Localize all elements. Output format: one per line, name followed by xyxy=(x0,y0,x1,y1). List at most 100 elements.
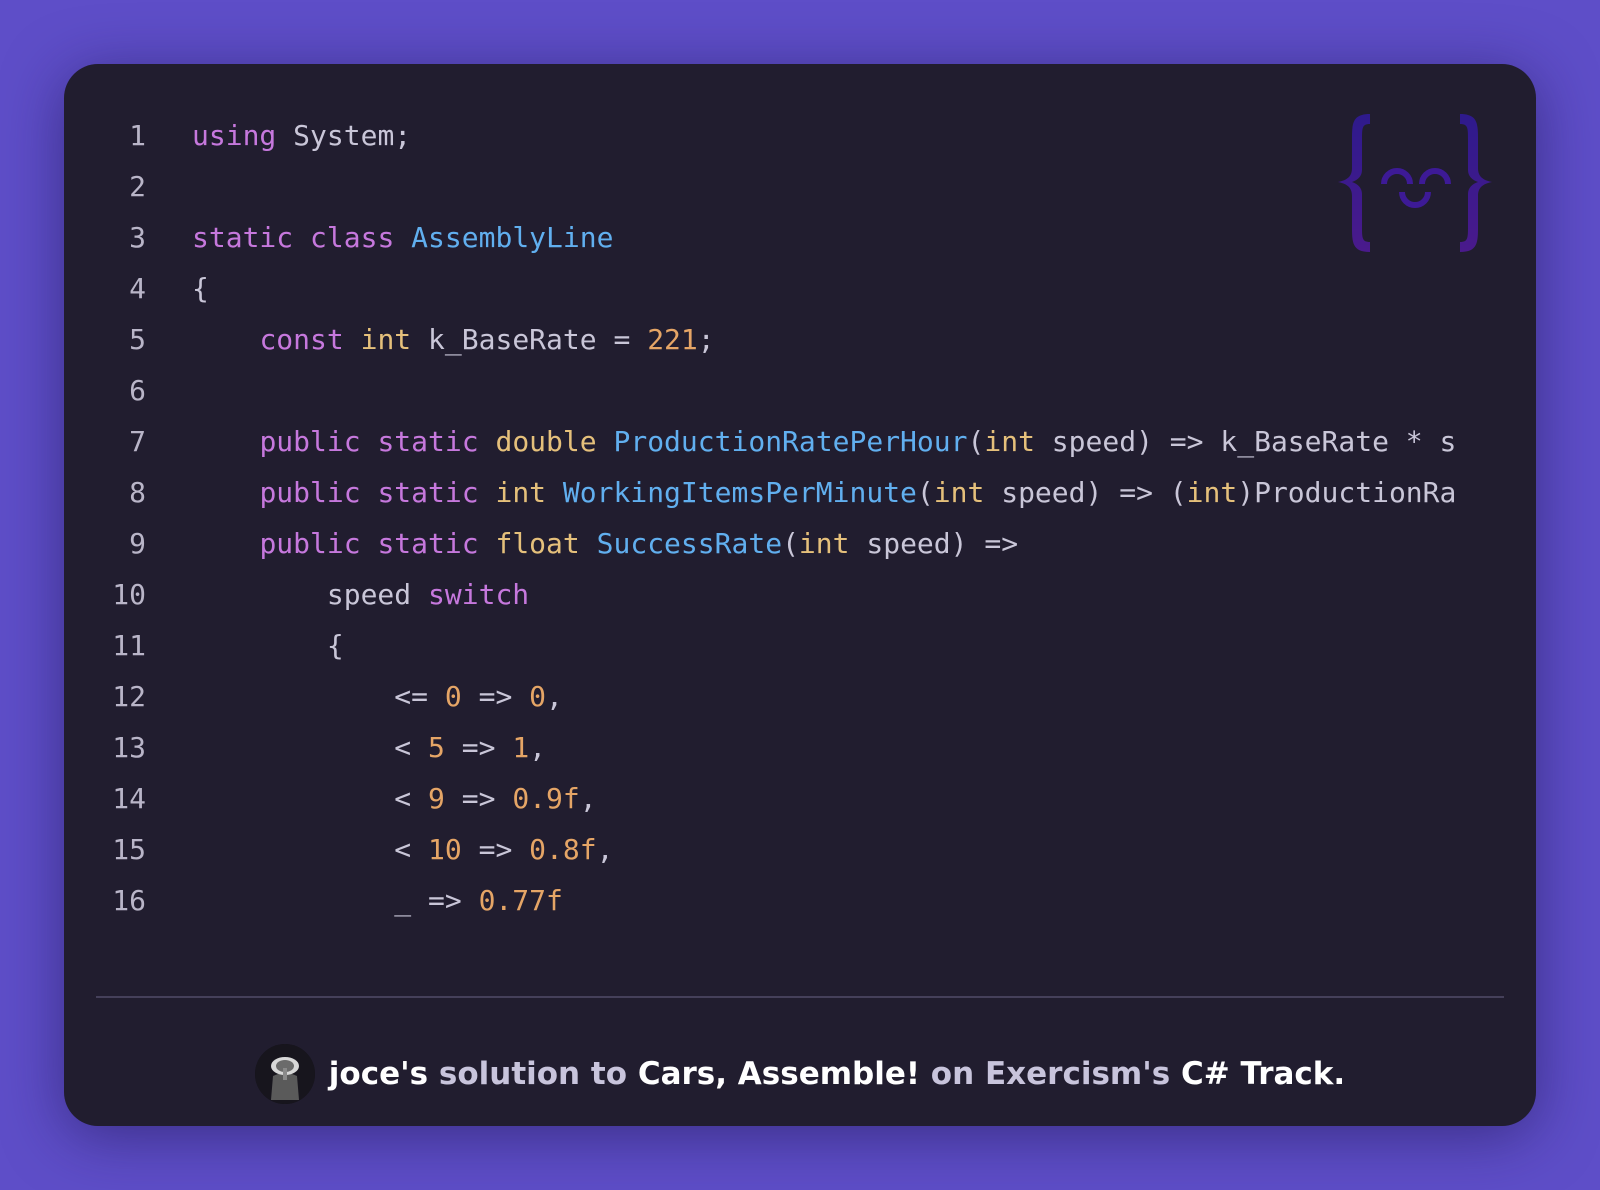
avatar[interactable] xyxy=(254,1044,315,1104)
line-number: 16 xyxy=(112,884,146,917)
code-token: System; xyxy=(276,119,412,152)
author-possessive: 's xyxy=(400,1056,429,1092)
code-line: 4{ xyxy=(64,269,209,309)
code-text: <= 0 => 0, xyxy=(192,677,563,717)
code-token: static xyxy=(377,527,479,560)
code-token: static xyxy=(377,476,479,509)
footer-attribution: joce's solution to Cars, Assemble! on Ex… xyxy=(64,1039,1536,1109)
code-token: )ProductionRa xyxy=(1237,476,1457,509)
code-token: WorkingItemsPerMinute xyxy=(562,476,917,509)
code-token: => xyxy=(444,782,513,815)
solution-to-text: solution to xyxy=(428,1056,638,1092)
code-token: const xyxy=(259,323,344,356)
code-token: _ => xyxy=(192,884,479,917)
code-line: 11 { xyxy=(64,626,343,666)
code-token: public xyxy=(259,425,361,458)
code-text: public static double ProductionRatePerHo… xyxy=(192,422,1456,462)
code-token: int xyxy=(984,425,1035,458)
code-line: 16 _ => 0.77f xyxy=(64,881,563,921)
author-link[interactable]: joce xyxy=(329,1056,400,1092)
code-token: static xyxy=(377,425,479,458)
line-number: 2 xyxy=(129,170,146,203)
line-number: 9 xyxy=(129,527,146,560)
exercise-link[interactable]: Cars, Assemble! xyxy=(638,1056,920,1092)
line-number: 7 xyxy=(129,425,146,458)
code-line: 8 public static int WorkingItemsPerMinut… xyxy=(64,473,1456,513)
code-token: 5 xyxy=(428,731,445,764)
code-token: <= xyxy=(192,680,445,713)
code-token: , xyxy=(579,782,597,815)
code-token: 0 xyxy=(444,680,462,713)
code-line: 15 < 10 => 0.8f, xyxy=(64,830,613,870)
code-token: int xyxy=(495,476,547,509)
code-line: 9 public static float SuccessRate(int sp… xyxy=(64,524,1018,564)
line-number: 1 xyxy=(129,119,146,152)
attribution-text: joce's solution to Cars, Assemble! on Ex… xyxy=(329,1056,1345,1092)
line-number: 14 xyxy=(112,782,146,815)
code-text: speed switch xyxy=(192,575,529,615)
code-token: => xyxy=(444,731,513,764)
code-token: < xyxy=(192,731,429,764)
code-block: 1 using System; 2 3 static class AssemblyLin… xyxy=(64,64,1536,964)
code-line: 7 public static double ProductionRatePer… xyxy=(64,422,1456,462)
code-token: ( xyxy=(967,425,985,458)
code-text: < 9 => 0.9f, xyxy=(192,779,597,819)
code-token: speed) => xyxy=(849,527,1019,560)
code-token: 10 xyxy=(428,833,462,866)
code-text: public static float SuccessRate(int spee… xyxy=(192,524,1018,564)
on-text: on xyxy=(920,1056,985,1092)
line-number: 8 xyxy=(129,476,146,509)
code-line: 2 xyxy=(64,167,146,207)
code-token: , xyxy=(596,833,614,866)
code-token: => xyxy=(461,680,530,713)
site-name[interactable]: Exercism xyxy=(985,1056,1142,1092)
code-text: { xyxy=(192,269,209,309)
exercism-logo-icon xyxy=(1338,114,1492,252)
code-token: , xyxy=(529,731,547,764)
code-line: 13 < 5 => 1, xyxy=(64,728,546,768)
code-token: int xyxy=(360,323,412,356)
code-token: 1 xyxy=(512,731,530,764)
code-text: { xyxy=(192,626,344,666)
code-token: => xyxy=(461,833,530,866)
code-token: using xyxy=(192,119,277,152)
code-token: ( xyxy=(916,476,934,509)
code-line: 5 const int k_BaseRate = 221; xyxy=(64,320,714,360)
code-text: < 10 => 0.8f, xyxy=(192,830,613,870)
code-token: , xyxy=(546,680,563,713)
track-link[interactable]: C# Track. xyxy=(1181,1056,1345,1092)
code-token: public xyxy=(259,476,361,509)
code-line: 12 <= 0 => 0, xyxy=(64,677,563,717)
code-line: 1 using System; xyxy=(64,116,411,156)
code-token: double xyxy=(495,425,597,458)
line-number: 5 xyxy=(129,323,146,356)
code-token: static xyxy=(192,221,294,254)
code-token: 221 xyxy=(647,323,698,356)
code-line: 3 static class AssemblyLine xyxy=(64,218,613,258)
code-text: _ => 0.77f xyxy=(192,881,563,921)
code-text: using System; xyxy=(192,116,411,156)
code-token: ; xyxy=(697,323,715,356)
code-token: k_BaseRate = xyxy=(411,323,648,356)
code-token: ( xyxy=(782,527,799,560)
code-line: 10 speed switch xyxy=(64,575,529,615)
line-number: 10 xyxy=(112,578,146,611)
code-token: float xyxy=(495,527,580,560)
solution-card: 1 using System; 2 3 static class AssemblyLin… xyxy=(64,64,1536,1126)
user-avatar-icon xyxy=(254,1044,315,1104)
divider xyxy=(96,996,1504,998)
code-token: 0.9f xyxy=(512,782,580,815)
